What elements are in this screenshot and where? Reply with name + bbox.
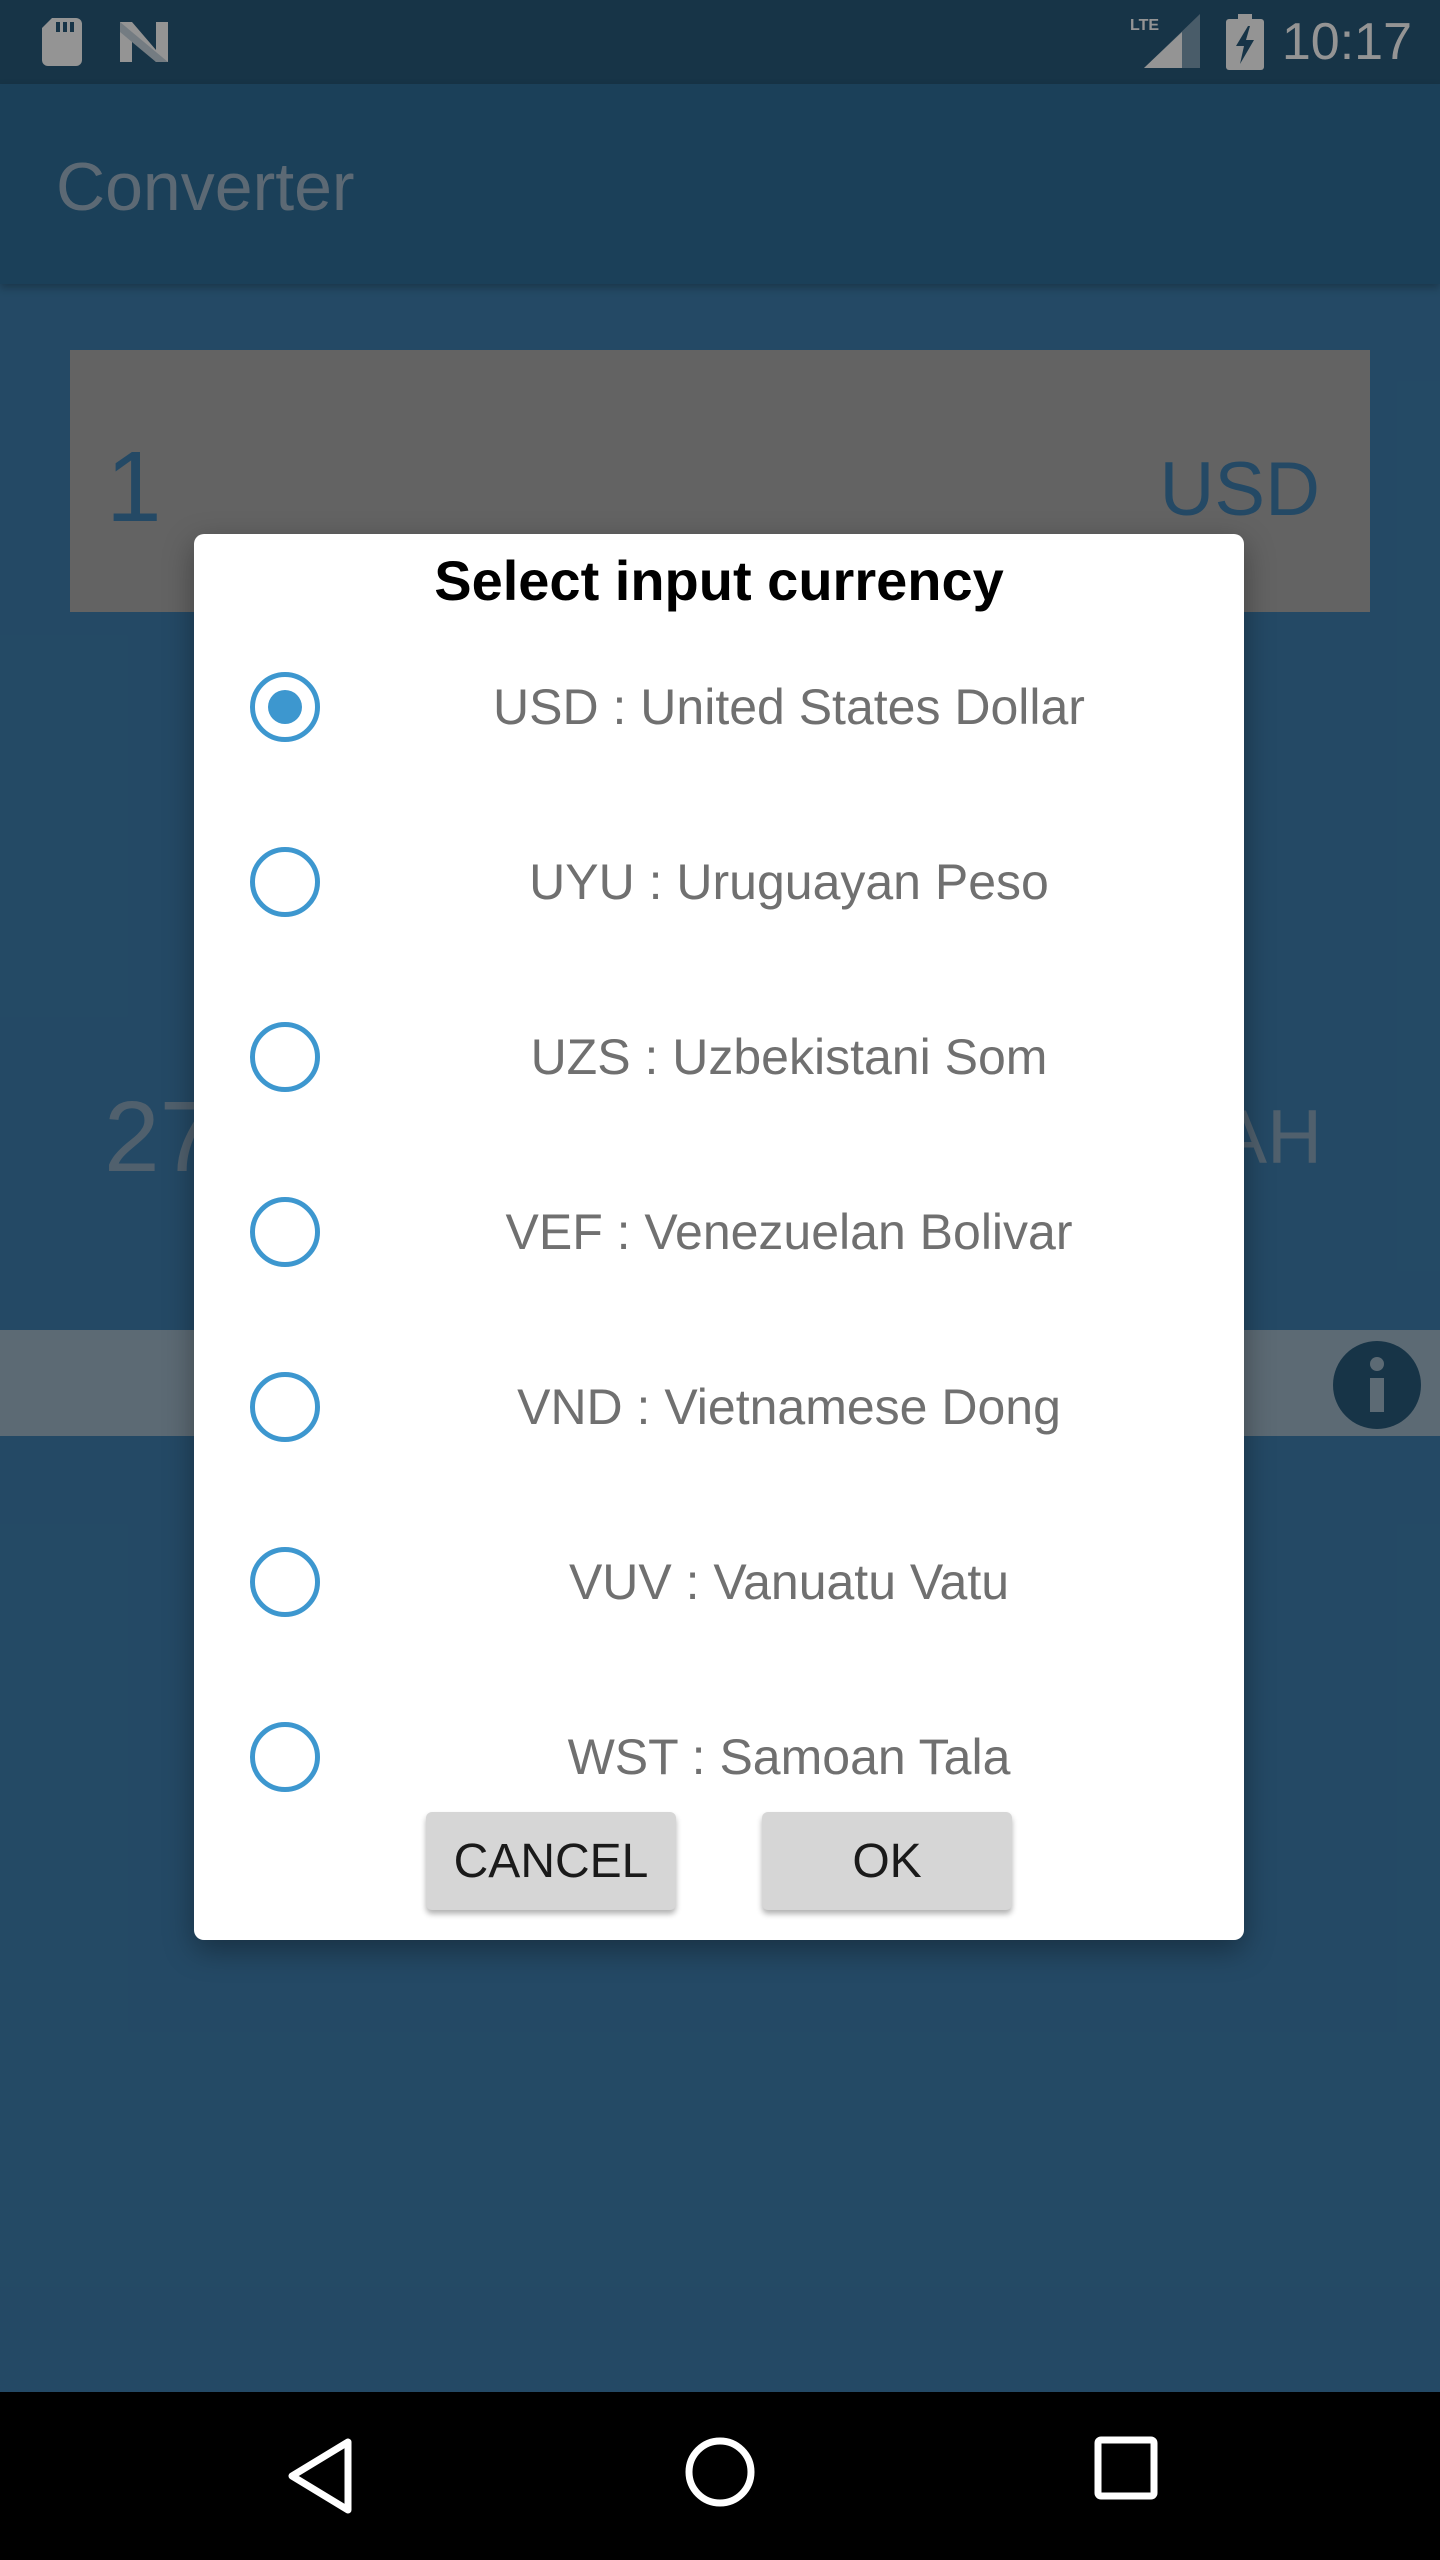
- dialog-title: Select input currency: [434, 549, 1004, 612]
- currency-option-usd[interactable]: USD : United States Dollar: [194, 628, 1244, 803]
- option-label: VND : Vietnamese Dong: [517, 1379, 1061, 1435]
- option-label: USD : United States Dollar: [493, 679, 1085, 735]
- radio-button[interactable]: [250, 1197, 320, 1267]
- radio-button[interactable]: [250, 1022, 320, 1092]
- navigation-bar: [0, 2392, 1440, 2560]
- recent-apps-icon[interactable]: [1094, 2436, 1158, 2500]
- radio-button[interactable]: [250, 1372, 320, 1442]
- currency-option-list[interactable]: USD : United States Dollar UYU : Uruguay…: [194, 628, 1244, 1853]
- cancel-button[interactable]: CANCEL: [426, 1812, 676, 1910]
- currency-option-vef[interactable]: VEF : Venezuelan Bolivar: [194, 1153, 1244, 1328]
- screen: LTE 10:17 Converter 1 USD 27 AH Select i…: [0, 0, 1440, 2560]
- currency-option-wst[interactable]: WST : Samoan Tala: [194, 1678, 1244, 1853]
- radio-button[interactable]: [250, 847, 320, 917]
- option-label: UYU : Uruguayan Peso: [529, 854, 1049, 910]
- currency-option-uyu[interactable]: UYU : Uruguayan Peso: [194, 803, 1244, 978]
- radio-button[interactable]: [250, 1722, 320, 1792]
- ok-button[interactable]: OK: [762, 1812, 1012, 1910]
- home-icon[interactable]: [684, 2436, 756, 2508]
- radio-button-checked[interactable]: [250, 672, 320, 742]
- option-label: WST : Samoan Tala: [567, 1729, 1011, 1785]
- option-label: VUV : Vanuatu Vatu: [568, 1554, 1010, 1610]
- currency-dialog: Select input currency USD : United State…: [194, 534, 1244, 1940]
- option-label: VEF : Venezuelan Bolivar: [505, 1204, 1073, 1260]
- back-icon[interactable]: [284, 2436, 354, 2516]
- radio-button[interactable]: [250, 1547, 320, 1617]
- option-label: UZS : Uzbekistani Som: [530, 1029, 1048, 1085]
- currency-option-uzs[interactable]: UZS : Uzbekistani Som: [194, 978, 1244, 1153]
- currency-option-vnd[interactable]: VND : Vietnamese Dong: [194, 1328, 1244, 1503]
- currency-option-vuv[interactable]: VUV : Vanuatu Vatu: [194, 1503, 1244, 1678]
